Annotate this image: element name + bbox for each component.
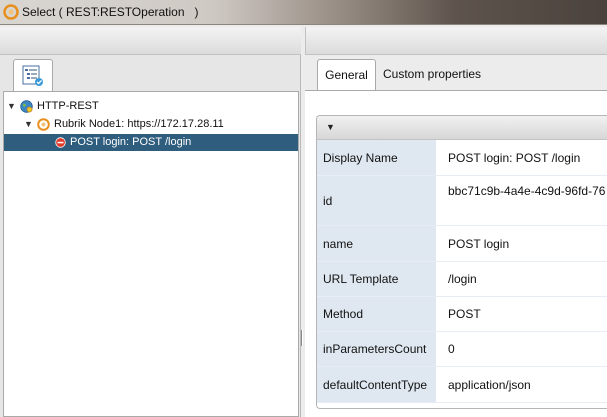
tree-node-rest-host[interactable]: ▼ Rubrik Node1: https://172.17.28.11 [4,116,298,133]
property-row: Method POST [317,297,607,332]
property-key: id [317,176,436,225]
property-value: /login [448,272,477,286]
property-value: POST [448,307,481,321]
properties-section: ▼ Display Name POST login: POST /login i… [316,115,607,409]
property-row: name POST login [317,226,607,262]
rest-host-icon [37,118,50,131]
property-key: URL Template [317,262,436,296]
tree-node-label: HTTP-REST [37,100,99,112]
property-row: Display Name POST login: POST /login [317,140,607,176]
property-value: POST login: POST /login [448,150,581,165]
section-collapse-header[interactable]: ▼ [317,116,607,140]
collapse-arrow-icon[interactable]: ▼ [326,122,335,132]
property-key: Display Name [317,140,436,175]
property-value: bbc71c9b-4a4e-4c9d-96fd-76 [448,184,606,198]
property-row: id bbc71c9b-4a4e-4c9d-96fd-76 [317,176,607,226]
tab-inventory-tree[interactable] [13,59,53,91]
property-value: 0 [448,342,455,356]
property-key: name [317,226,436,261]
property-row: inParametersCount 0 [317,332,607,367]
tree-node-http-rest[interactable]: ▼ HTTP-REST [4,98,298,115]
property-key: Method [317,297,436,331]
right-pane-header [305,27,607,55]
expand-arrow-icon[interactable]: ▼ [24,116,33,133]
app-logo-icon [3,4,19,20]
window-titlebar[interactable]: Select ( REST:RESTOperation ) [0,0,607,25]
tree-node-operation[interactable]: POST login: POST /login [4,134,298,151]
globe-icon [20,100,33,113]
inventory-tree[interactable]: ▼ HTTP-REST ▼ Rubrik Node1: https://172.… [3,91,299,417]
tree-view-icon [22,65,43,86]
property-value: application/json [448,377,531,392]
expand-arrow-icon[interactable]: ▼ [7,98,16,115]
property-row: URL Template /login [317,262,607,297]
tree-node-label: POST login: POST /login [70,136,192,148]
tab-custom-properties[interactable]: Custom properties [377,59,487,91]
property-key: inParametersCount [317,332,436,366]
property-key: defaultContentType [317,367,436,402]
tree-node-label: Rubrik Node1: https://172.17.28.11 [54,118,224,130]
tab-general[interactable]: General [317,59,376,91]
pane-splitter-handle[interactable] [300,330,304,346]
details-pane: General Custom properties ▼ Display Name… [305,27,607,417]
left-pane-header [0,27,301,55]
operation-icon [55,137,66,148]
property-row: defaultContentType application/json [317,367,607,403]
inventory-pane: ▼ HTTP-REST ▼ Rubrik Node1: https://172.… [0,27,301,417]
window-title: Select ( REST:RESTOperation ) [22,5,199,19]
property-value: POST login [448,236,510,251]
